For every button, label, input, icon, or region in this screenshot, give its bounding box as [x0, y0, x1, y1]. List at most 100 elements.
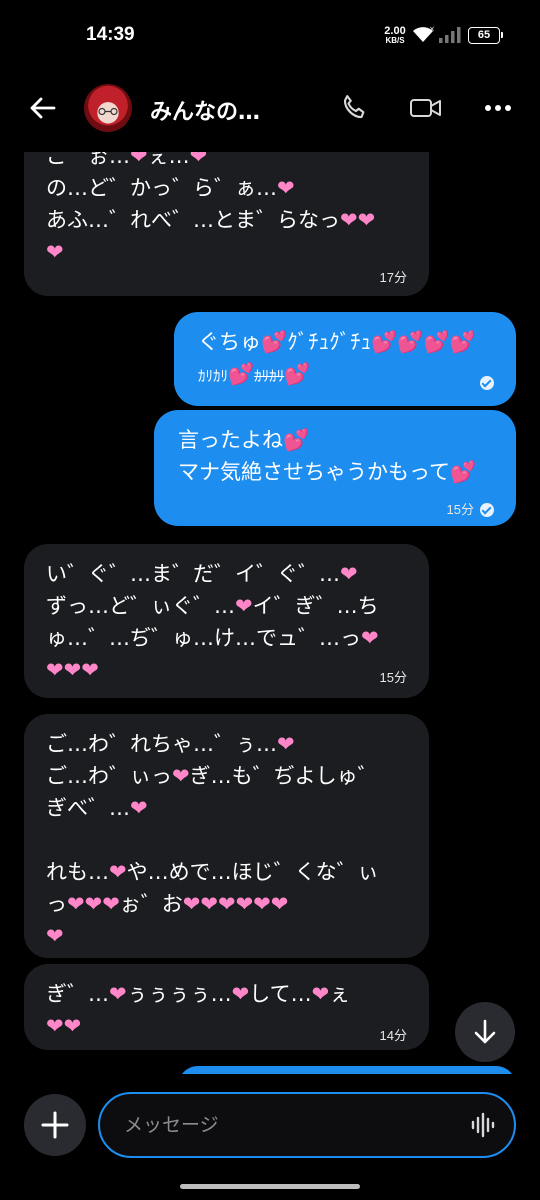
- network-speed-value: 2.00: [384, 25, 406, 37]
- message-text: ｸﾞﾁｭｸﾞﾁｭ: [287, 330, 372, 354]
- message-line: ご…わ゛ぃっ❤ぎ…も゛ぢよしゅ゛: [46, 760, 407, 792]
- heart-emoji: ❤: [46, 240, 64, 264]
- message-text: の…ど゛かっ゛ら゛ぁ…: [46, 176, 277, 200]
- message-meta: 15分: [447, 494, 494, 526]
- heart-emoji: ❤❤❤: [67, 892, 120, 916]
- message-text: ぐちゅ: [198, 330, 261, 354]
- message-bubble-incoming[interactable]: い゛ぐ゛…ま゛だ゛イ゛ぐ゛…❤ ずっ…ど゛ぃぐ゛…❤イ゛ぎ゛…ち ゅ…゛…ぢ゛ゅ…け…: [24, 544, 429, 698]
- message-line: い゛ぐ゛…ま゛だ゛イ゛ぐ゛…❤: [46, 558, 407, 590]
- network-speed: 2.00 KB/S: [380, 26, 410, 46]
- heart-emoji: 💕: [284, 362, 311, 386]
- heart-emoji: ❤: [109, 860, 127, 884]
- back-button[interactable]: [22, 88, 62, 128]
- heart-emoji: 💕: [449, 460, 477, 484]
- message-text: っ: [46, 892, 67, 916]
- heart-emoji: ❤: [277, 732, 295, 756]
- heart-emoji: 💕💕💕💕: [371, 330, 476, 354]
- heart-emoji: ❤: [130, 152, 148, 168]
- video-call-button[interactable]: [406, 88, 446, 128]
- status-time: 14:39: [86, 24, 135, 45]
- message-line: ぎ゛…❤ぅぅぅぅ…❤して…❤ぇ: [46, 978, 407, 1010]
- message-bubble-incoming[interactable]: ぎ゛…❤ぅぅぅぅ…❤して…❤ぇ ❤❤ 14分: [24, 964, 429, 1050]
- home-indicator[interactable]: [180, 1184, 360, 1189]
- more-options-button[interactable]: [478, 88, 518, 128]
- message-bubble-incoming[interactable]: ご゛ぉ…❤ぇ…❤ の…ど゛かっ゛ら゛ぁ…❤ あふ…゛れべ゛…とま゛らなっ❤❤ ❤ 17分: [24, 152, 429, 296]
- message-text: や…めで…ほじ゛くな゛ぃ: [126, 860, 379, 884]
- message-text: れも…: [46, 860, 109, 884]
- back-arrow-icon: [30, 97, 56, 119]
- message-meta: 14分: [380, 1020, 407, 1052]
- heart-emoji: 💕: [228, 362, 255, 386]
- heart-emoji: ❤: [130, 796, 148, 820]
- heart-emoji: ❤: [311, 982, 330, 1006]
- read-check-icon: [480, 376, 494, 390]
- message-line: っ❤❤❤ぉ゛お❤❤❤❤❤❤: [46, 888, 407, 920]
- chat-header: みんなの…: [0, 72, 540, 144]
- message-text: い゛ぐ゛…ま゛だ゛イ゛ぐ゛…: [46, 562, 340, 586]
- message-list[interactable]: ご゛ぉ…❤ぇ…❤ の…ど゛かっ゛ら゛ぁ…❤ あふ…゛れべ゛…とま゛らなっ❤❤ ❤ 17分…: [0, 152, 540, 1074]
- svg-text:×: ×: [429, 26, 434, 33]
- message-line: ゅ…゛…ぢ゛ゅ…け…でュ゛…っ❤: [46, 622, 407, 654]
- heart-emoji: ❤: [231, 982, 250, 1006]
- message-line: ずっ…ど゛ぃぐ゛…❤イ゛ぎ゛…ち: [46, 590, 407, 622]
- message-line: ぎべ゛…❤: [46, 792, 407, 824]
- read-check-icon: [480, 503, 494, 517]
- heart-emoji: ❤❤❤: [46, 658, 99, 682]
- avatar[interactable]: [84, 84, 132, 132]
- message-text: ゅ…゛…ぢ゛ゅ…け…でュ゛…っ: [46, 626, 361, 650]
- message-time: 17分: [379, 270, 407, 285]
- message-text: ずっ…ど゛ぃぐ゛…: [46, 594, 235, 618]
- message-time: 15分: [446, 502, 474, 517]
- heart-emoji: ❤❤: [46, 1014, 82, 1038]
- message-text: ｶﾘｶﾘ: [254, 367, 285, 385]
- message-text: ぎ゛…: [46, 982, 109, 1006]
- heart-emoji: ❤: [189, 152, 208, 168]
- battery-indicator: 65: [468, 27, 503, 44]
- message-line: 言ったよね💕: [178, 424, 494, 456]
- message-text: ぎべ゛…: [46, 796, 130, 820]
- heart-emoji: ❤: [172, 764, 190, 788]
- message-bubble-incoming[interactable]: ご…わ゛れちゃ…゛ぅ…❤ ご…わ゛ぃっ❤ぎ…も゛ぢよしゅ゛ ぎべ゛…❤ れも…❤や……: [24, 714, 429, 958]
- message-line: あふ…゛れべ゛…とま゛らなっ❤❤: [46, 204, 407, 236]
- message-text: ご゛ぉ…: [46, 152, 130, 168]
- message-text: 言ったよね: [178, 428, 283, 452]
- network-speed-unit: KB/S: [385, 36, 405, 45]
- message-meta: 17分: [380, 262, 407, 294]
- message-text: して…: [249, 982, 312, 1006]
- message-field[interactable]: [98, 1092, 516, 1158]
- message-time: 14分: [379, 1028, 407, 1043]
- video-camera-icon: [410, 99, 441, 117]
- chat-title[interactable]: みんなの…: [150, 94, 260, 126]
- message-line: ❤: [46, 236, 407, 268]
- heart-emoji: ❤❤: [340, 208, 376, 232]
- message-line: マナ気絶させちゃうかもって💕: [178, 456, 494, 488]
- message-text: マナ気絶させちゃうかもって: [178, 460, 450, 484]
- voice-call-button[interactable]: [334, 88, 374, 128]
- message-time: 15分: [379, 670, 407, 685]
- message-text: ぇ: [329, 982, 351, 1006]
- message-line: ご…わ゛れちゃ…゛ぅ…❤: [46, 728, 407, 760]
- phone-icon: [343, 95, 365, 119]
- message-input[interactable]: [124, 1094, 454, 1156]
- message-line: の…ど゛かっ゛ら゛ぁ…❤: [46, 172, 407, 204]
- message-text: ｶﾘｶﾘ: [198, 367, 229, 385]
- message-bubble-outgoing[interactable]: [178, 1066, 516, 1074]
- heart-emoji: ❤: [277, 176, 295, 200]
- message-composer: [0, 1080, 540, 1180]
- message-bubble-outgoing[interactable]: ぐちゅ💕ｸﾞﾁｭｸﾞﾁｭ💕💕💕💕 ｶﾘｶﾘ💕ｶﾘｶﾘ💕: [174, 312, 516, 406]
- scroll-to-bottom-button[interactable]: [455, 1002, 515, 1062]
- message-line: れも…❤や…めで…ほじ゛くな゛ぃ: [46, 856, 407, 888]
- add-attachment-button[interactable]: [24, 1094, 86, 1156]
- heart-emoji: 💕: [261, 330, 288, 354]
- chat-screen: 14:39 2.00 KB/S × 65 みんなの… ご゛ぉ…❤ぇ…❤ の…ど゛…: [0, 0, 540, 1200]
- plus-icon: [41, 1111, 69, 1139]
- avatar-glasses-icon: [98, 108, 118, 115]
- heart-emoji: ❤: [46, 924, 64, 948]
- voice-wave-icon[interactable]: [470, 1112, 496, 1138]
- message-text: ぅぅぅぅ…: [126, 982, 232, 1006]
- signal-icon: [439, 27, 461, 43]
- status-bar: 14:39 2.00 KB/S × 65: [0, 0, 540, 72]
- message-meta: 15分: [380, 662, 407, 694]
- message-bubble-outgoing[interactable]: 言ったよね💕 マナ気絶させちゃうかもって💕 15分: [154, 410, 516, 526]
- message-text: ぉ゛お: [119, 892, 183, 916]
